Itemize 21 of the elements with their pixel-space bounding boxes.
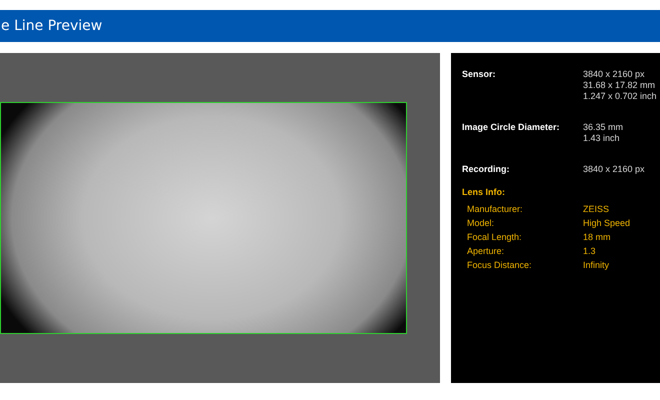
lens-label: Manufacturer: bbox=[467, 203, 524, 216]
lens-label: Focus Distance: bbox=[467, 259, 533, 272]
spec-value: 3840 x 2160 px bbox=[583, 164, 645, 175]
lens-value: ZEISS bbox=[583, 203, 610, 216]
spec-value: 3840 x 2160 px bbox=[583, 69, 646, 80]
lens-value: 1.3 bbox=[583, 245, 596, 258]
spec-value: 1.247 x 0.702 inch bbox=[583, 91, 657, 102]
lens-value: 18 mm bbox=[583, 231, 611, 244]
lens-value: Infinity bbox=[583, 259, 610, 272]
header-title: e Line Preview bbox=[1, 16, 102, 36]
spec-label: Sensor: bbox=[462, 69, 497, 81]
spec-label: Recording: bbox=[462, 164, 511, 175]
lens-label: Aperture: bbox=[467, 245, 506, 258]
lens-info-title: Lens Info: bbox=[462, 187, 505, 198]
spec-value: 1.43 inch bbox=[583, 133, 621, 144]
lens-value: High Speed bbox=[583, 217, 630, 230]
lens-label: Model: bbox=[467, 217, 496, 230]
spec-label: Image Circle Diameter: bbox=[462, 122, 561, 134]
lens-label: Focal Length: bbox=[467, 231, 523, 244]
spec-value: 36.35 mm bbox=[583, 122, 624, 133]
spec-value: 31.68 x 17.82 mm bbox=[583, 80, 656, 91]
